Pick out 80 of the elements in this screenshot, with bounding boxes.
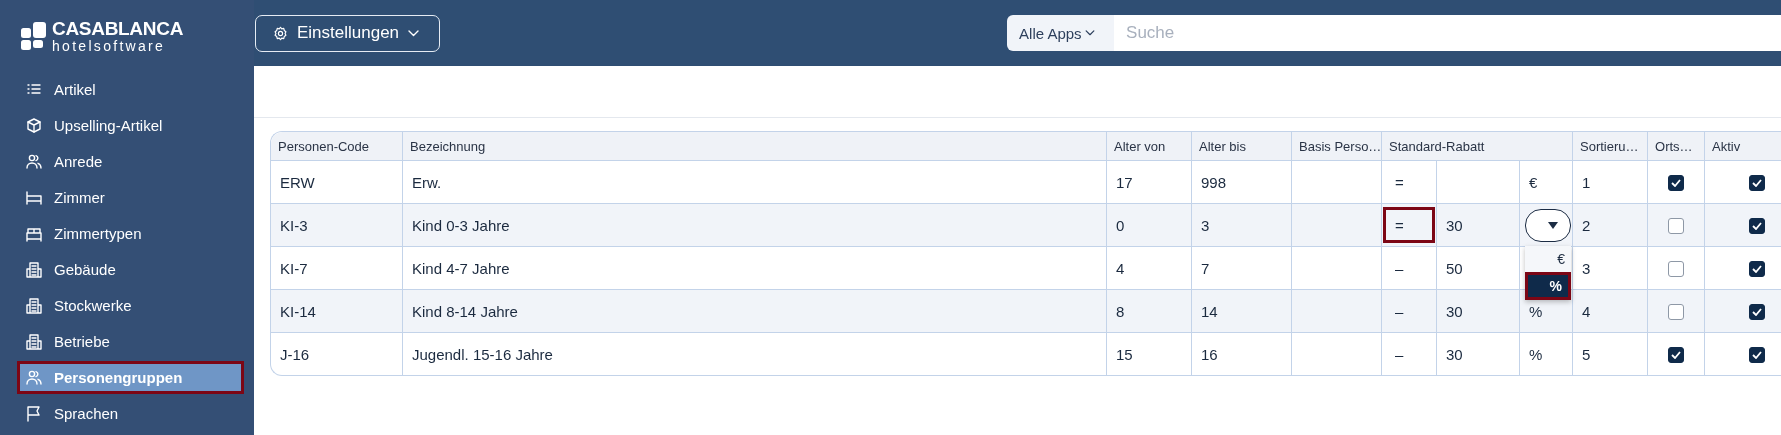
column-header: Alter bis <box>1192 132 1292 161</box>
checkbox[interactable] <box>1668 304 1684 320</box>
flag-icon <box>25 404 43 423</box>
column-header: Standard-Rabatt <box>1382 132 1573 161</box>
sidebar-item[interactable]: Sprachen <box>17 397 244 430</box>
table-cell: J-16 <box>271 333 403 375</box>
brand-tagline: hotelsoftware <box>52 38 167 53</box>
table-cell: 0 <box>1107 204 1192 247</box>
sidebar-item[interactable]: Betriebe <box>17 325 244 358</box>
sidebar-item[interactable]: Stockwerke <box>17 289 244 322</box>
logo-icon <box>21 21 47 50</box>
table-cell: 4 <box>1573 290 1648 333</box>
column-header: Bezeichnung <box>403 132 1107 161</box>
checkbox[interactable] <box>1749 347 1765 363</box>
table-cell-text: – <box>1394 344 1405 365</box>
table-cell: 30 <box>1437 333 1520 375</box>
building-icon <box>25 260 43 279</box>
people-icon <box>25 152 43 171</box>
bed-icon <box>25 188 43 207</box>
table-cell: = <box>1383 207 1435 243</box>
table-cell: Jugendl. 15-16 Jahre <box>403 333 1107 375</box>
table-cell: % <box>1520 333 1573 375</box>
check-icon <box>1752 222 1762 230</box>
table-cell: 16 <box>1192 333 1292 375</box>
column-header: Sortieru… <box>1573 132 1648 161</box>
table-cell: Kind 0-3 Jahre <box>403 204 1107 247</box>
check-icon <box>1752 265 1762 273</box>
brand-name: CASABLANCA <box>52 18 184 38</box>
checkbox[interactable] <box>1749 304 1765 320</box>
sidebar-item[interactable]: Zimmer <box>17 181 244 214</box>
column-header: Aktiv <box>1705 132 1781 161</box>
table-cell: 5 <box>1573 333 1648 375</box>
sidebar-item[interactable]: Zimmertypen <box>17 217 244 250</box>
chevron-down-icon <box>1084 30 1095 36</box>
search-field[interactable]: Suche <box>1114 15 1781 51</box>
chevron-down-icon <box>408 29 420 37</box>
check-icon <box>1671 351 1681 359</box>
gear-icon <box>273 25 288 41</box>
sidebar-item[interactable]: Upselling-Artikel <box>17 109 244 142</box>
checkbox[interactable] <box>1749 175 1765 191</box>
table-cell: 30 <box>1437 204 1520 247</box>
scope-dropdown[interactable]: Alle Apps <box>1007 15 1115 51</box>
building-icon <box>25 296 43 315</box>
checkbox[interactable] <box>1668 218 1684 234</box>
box-icon <box>25 116 43 135</box>
column-header: Personen-Code <box>271 132 403 161</box>
dropdown-option[interactable]: % <box>1525 272 1571 300</box>
table-cell: 8 <box>1107 290 1192 333</box>
check-icon <box>1752 351 1762 359</box>
table-cell-text: – <box>1394 301 1405 322</box>
check-icon <box>1752 179 1762 187</box>
unit-dropdown[interactable] <box>1525 208 1571 242</box>
table-cell: 30 <box>1437 290 1520 333</box>
checkbox[interactable] <box>1749 261 1765 277</box>
table-cell: 3 <box>1192 204 1292 247</box>
checkbox[interactable] <box>1749 218 1765 234</box>
settings-menu-button[interactable]: Einstellungen <box>255 14 441 52</box>
check-icon <box>1671 179 1681 187</box>
checkbox[interactable] <box>1668 175 1684 191</box>
sidebar-item[interactable]: Anrede <box>17 145 244 178</box>
building-icon <box>25 332 43 351</box>
table-cell: 15 <box>1107 333 1192 375</box>
column-header: Basis Perso… <box>1292 132 1382 161</box>
dropdown-option[interactable]: € <box>1525 246 1571 272</box>
table-cell: KI-14 <box>271 290 403 333</box>
check-icon <box>1752 308 1762 316</box>
checkbox[interactable] <box>1668 261 1684 277</box>
table-cell: 2 <box>1573 204 1648 247</box>
table-cell: Kind 8-14 Jahre <box>403 290 1107 333</box>
people-icon <box>25 368 43 387</box>
checkbox[interactable] <box>1668 347 1684 363</box>
table-cell-text: = <box>1394 172 1405 193</box>
sidebar-item[interactable]: Gebäude <box>17 253 244 286</box>
caret-down-icon <box>1548 221 1558 229</box>
table-cell-text: – <box>1394 258 1405 279</box>
table-cell: 14 <box>1192 290 1292 333</box>
sidebar-item[interactable]: Artikel <box>17 73 244 106</box>
column-header: Alter von <box>1107 132 1192 161</box>
table-cell: KI-3 <box>271 204 403 247</box>
column-header: Orts… <box>1648 132 1705 161</box>
